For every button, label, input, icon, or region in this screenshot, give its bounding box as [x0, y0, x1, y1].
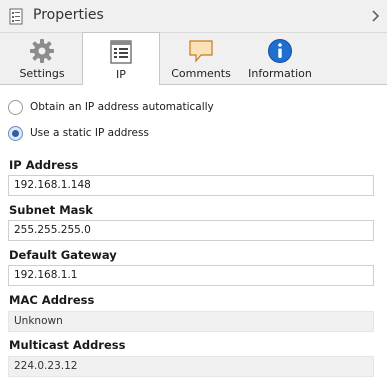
radio-auto-label: Obtain an IP address automatically	[30, 101, 214, 113]
radio-button[interactable]	[8, 100, 23, 115]
tab-ip-label: IP	[116, 68, 126, 81]
tab-bar: Settings IP Comments Information	[0, 32, 387, 85]
radio-obtain-automatically[interactable]: Obtain an IP address automatically	[8, 100, 268, 118]
ip-settings-panel: Obtain an IP address automatically Use a…	[0, 85, 387, 387]
comment-icon	[189, 40, 213, 63]
subnet-mask-input[interactable]: 255.255.255.0	[8, 220, 374, 241]
tab-information-label: Information	[248, 67, 312, 80]
tab-ip[interactable]: IP	[82, 32, 160, 85]
properties-icon	[9, 8, 23, 25]
tab-comments-label: Comments	[171, 67, 231, 80]
tab-settings-label: Settings	[19, 67, 65, 80]
radio-static-ip[interactable]: Use a static IP address	[8, 126, 208, 144]
subnet-mask-label: Subnet Mask	[9, 203, 93, 217]
tab-comments[interactable]: Comments	[162, 33, 240, 84]
panel-title: Properties	[33, 7, 104, 23]
panel-header: Properties	[0, 0, 387, 33]
tab-settings[interactable]: Settings	[4, 33, 80, 84]
ip-address-label: IP Address	[9, 158, 79, 172]
ip-address-input[interactable]: 192.168.1.148	[8, 175, 374, 196]
default-gateway-label: Default Gateway	[9, 248, 117, 262]
chevron-right-icon[interactable]	[371, 9, 381, 23]
ip-config-icon	[110, 40, 132, 64]
radio-button-selected[interactable]	[8, 126, 23, 141]
radio-static-label: Use a static IP address	[30, 127, 149, 139]
default-gateway-input[interactable]: 192.168.1.1	[8, 265, 374, 286]
multicast-address-label: Multicast Address	[9, 338, 126, 352]
info-icon	[268, 39, 292, 63]
multicast-address-value: 224.0.23.12	[8, 356, 374, 377]
mac-address-label: MAC Address	[9, 293, 95, 307]
gear-icon	[30, 39, 54, 63]
tab-information[interactable]: Information	[242, 33, 318, 84]
mac-address-value: Unknown	[8, 311, 374, 332]
